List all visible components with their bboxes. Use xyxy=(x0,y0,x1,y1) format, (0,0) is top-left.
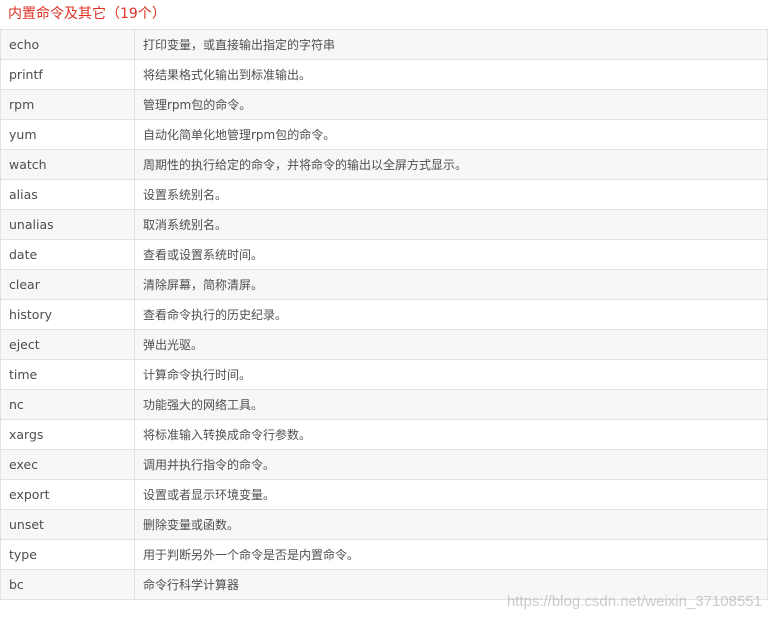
description-cell: 设置系统别名。 xyxy=(134,179,768,210)
page: 内置命令及其它（19个） echo 打印变量，或直接输出指定的字符串 printf 将… xyxy=(0,0,768,618)
description-cell: 查看命令执行的历史纪录。 xyxy=(134,299,768,330)
command-cell: printf xyxy=(0,59,135,90)
command-cell: date xyxy=(0,239,135,270)
table-row: rpm 管理rpm包的命令。 xyxy=(0,89,768,120)
table-row: date 查看或设置系统时间。 xyxy=(0,239,768,270)
description-cell: 将标准输入转换成命令行参数。 xyxy=(134,419,768,450)
table-row: echo 打印变量，或直接输出指定的字符串 xyxy=(0,29,768,60)
watermark: https://blog.csdn.net/weixin_37108551 xyxy=(506,593,762,610)
description-cell: 管理rpm包的命令。 xyxy=(134,89,768,120)
command-cell: type xyxy=(0,539,135,570)
command-cell: watch xyxy=(0,149,135,180)
table-row: watch 周期性的执行给定的命令，并将命令的输出以全屏方式显示。 xyxy=(0,149,768,180)
section-heading: 内置命令及其它（19个） xyxy=(8,6,166,22)
command-table-body: echo 打印变量，或直接输出指定的字符串 printf 将结果格式化输出到标准输出。… xyxy=(0,29,768,600)
table-row: time 计算命令执行时间。 xyxy=(0,359,768,390)
description-cell: 功能强大的网络工具。 xyxy=(134,389,768,420)
command-cell: nc xyxy=(0,389,135,420)
command-cell: yum xyxy=(0,119,135,150)
command-cell: rpm xyxy=(0,89,135,120)
command-cell: unset xyxy=(0,509,135,540)
description-cell: 周期性的执行给定的命令，并将命令的输出以全屏方式显示。 xyxy=(134,149,768,180)
table-row: nc 功能强大的网络工具。 xyxy=(0,389,768,420)
table-row: xargs 将标准输入转换成命令行参数。 xyxy=(0,419,768,450)
description-cell: 计算命令执行时间。 xyxy=(134,359,768,390)
table-row: export 设置或者显示环境变量。 xyxy=(0,479,768,510)
table-row: eject 弹出光驱。 xyxy=(0,329,768,360)
table-row: history 查看命令执行的历史纪录。 xyxy=(0,299,768,330)
description-cell: 清除屏幕，简称清屏。 xyxy=(134,269,768,300)
command-cell: unalias xyxy=(0,209,135,240)
table-row: printf 将结果格式化输出到标准输出。 xyxy=(0,59,768,90)
command-cell: clear xyxy=(0,269,135,300)
table-row: type 用于判断另外一个命令是否是内置命令。 xyxy=(0,539,768,570)
description-cell: 打印变量，或直接输出指定的字符串 xyxy=(134,29,768,60)
command-cell: exec xyxy=(0,449,135,480)
description-cell: 取消系统别名。 xyxy=(134,209,768,240)
command-cell: export xyxy=(0,479,135,510)
description-cell: 自动化简单化地管理rpm包的命令。 xyxy=(134,119,768,150)
command-cell: eject xyxy=(0,329,135,360)
command-cell: bc xyxy=(0,569,135,600)
description-cell: 查看或设置系统时间。 xyxy=(134,239,768,270)
table-row: exec 调用并执行指令的命令。 xyxy=(0,449,768,480)
command-cell: time xyxy=(0,359,135,390)
command-cell: echo xyxy=(0,29,135,60)
table-row: yum 自动化简单化地管理rpm包的命令。 xyxy=(0,119,768,150)
description-cell: 删除变量或函数。 xyxy=(134,509,768,540)
description-cell: 用于判断另外一个命令是否是内置命令。 xyxy=(134,539,768,570)
description-cell: 设置或者显示环境变量。 xyxy=(134,479,768,510)
description-cell: 调用并执行指令的命令。 xyxy=(134,449,768,480)
table-row: alias 设置系统别名。 xyxy=(0,179,768,210)
command-table: echo 打印变量，或直接输出指定的字符串 printf 将结果格式化输出到标准输出。… xyxy=(0,29,768,600)
table-row: clear 清除屏幕，简称清屏。 xyxy=(0,269,768,300)
command-cell: xargs xyxy=(0,419,135,450)
table-row: unset 删除变量或函数。 xyxy=(0,509,768,540)
command-cell: alias xyxy=(0,179,135,210)
command-cell: history xyxy=(0,299,135,330)
description-cell: 弹出光驱。 xyxy=(134,329,768,360)
description-cell: 将结果格式化输出到标准输出。 xyxy=(134,59,768,90)
table-row: unalias 取消系统别名。 xyxy=(0,209,768,240)
